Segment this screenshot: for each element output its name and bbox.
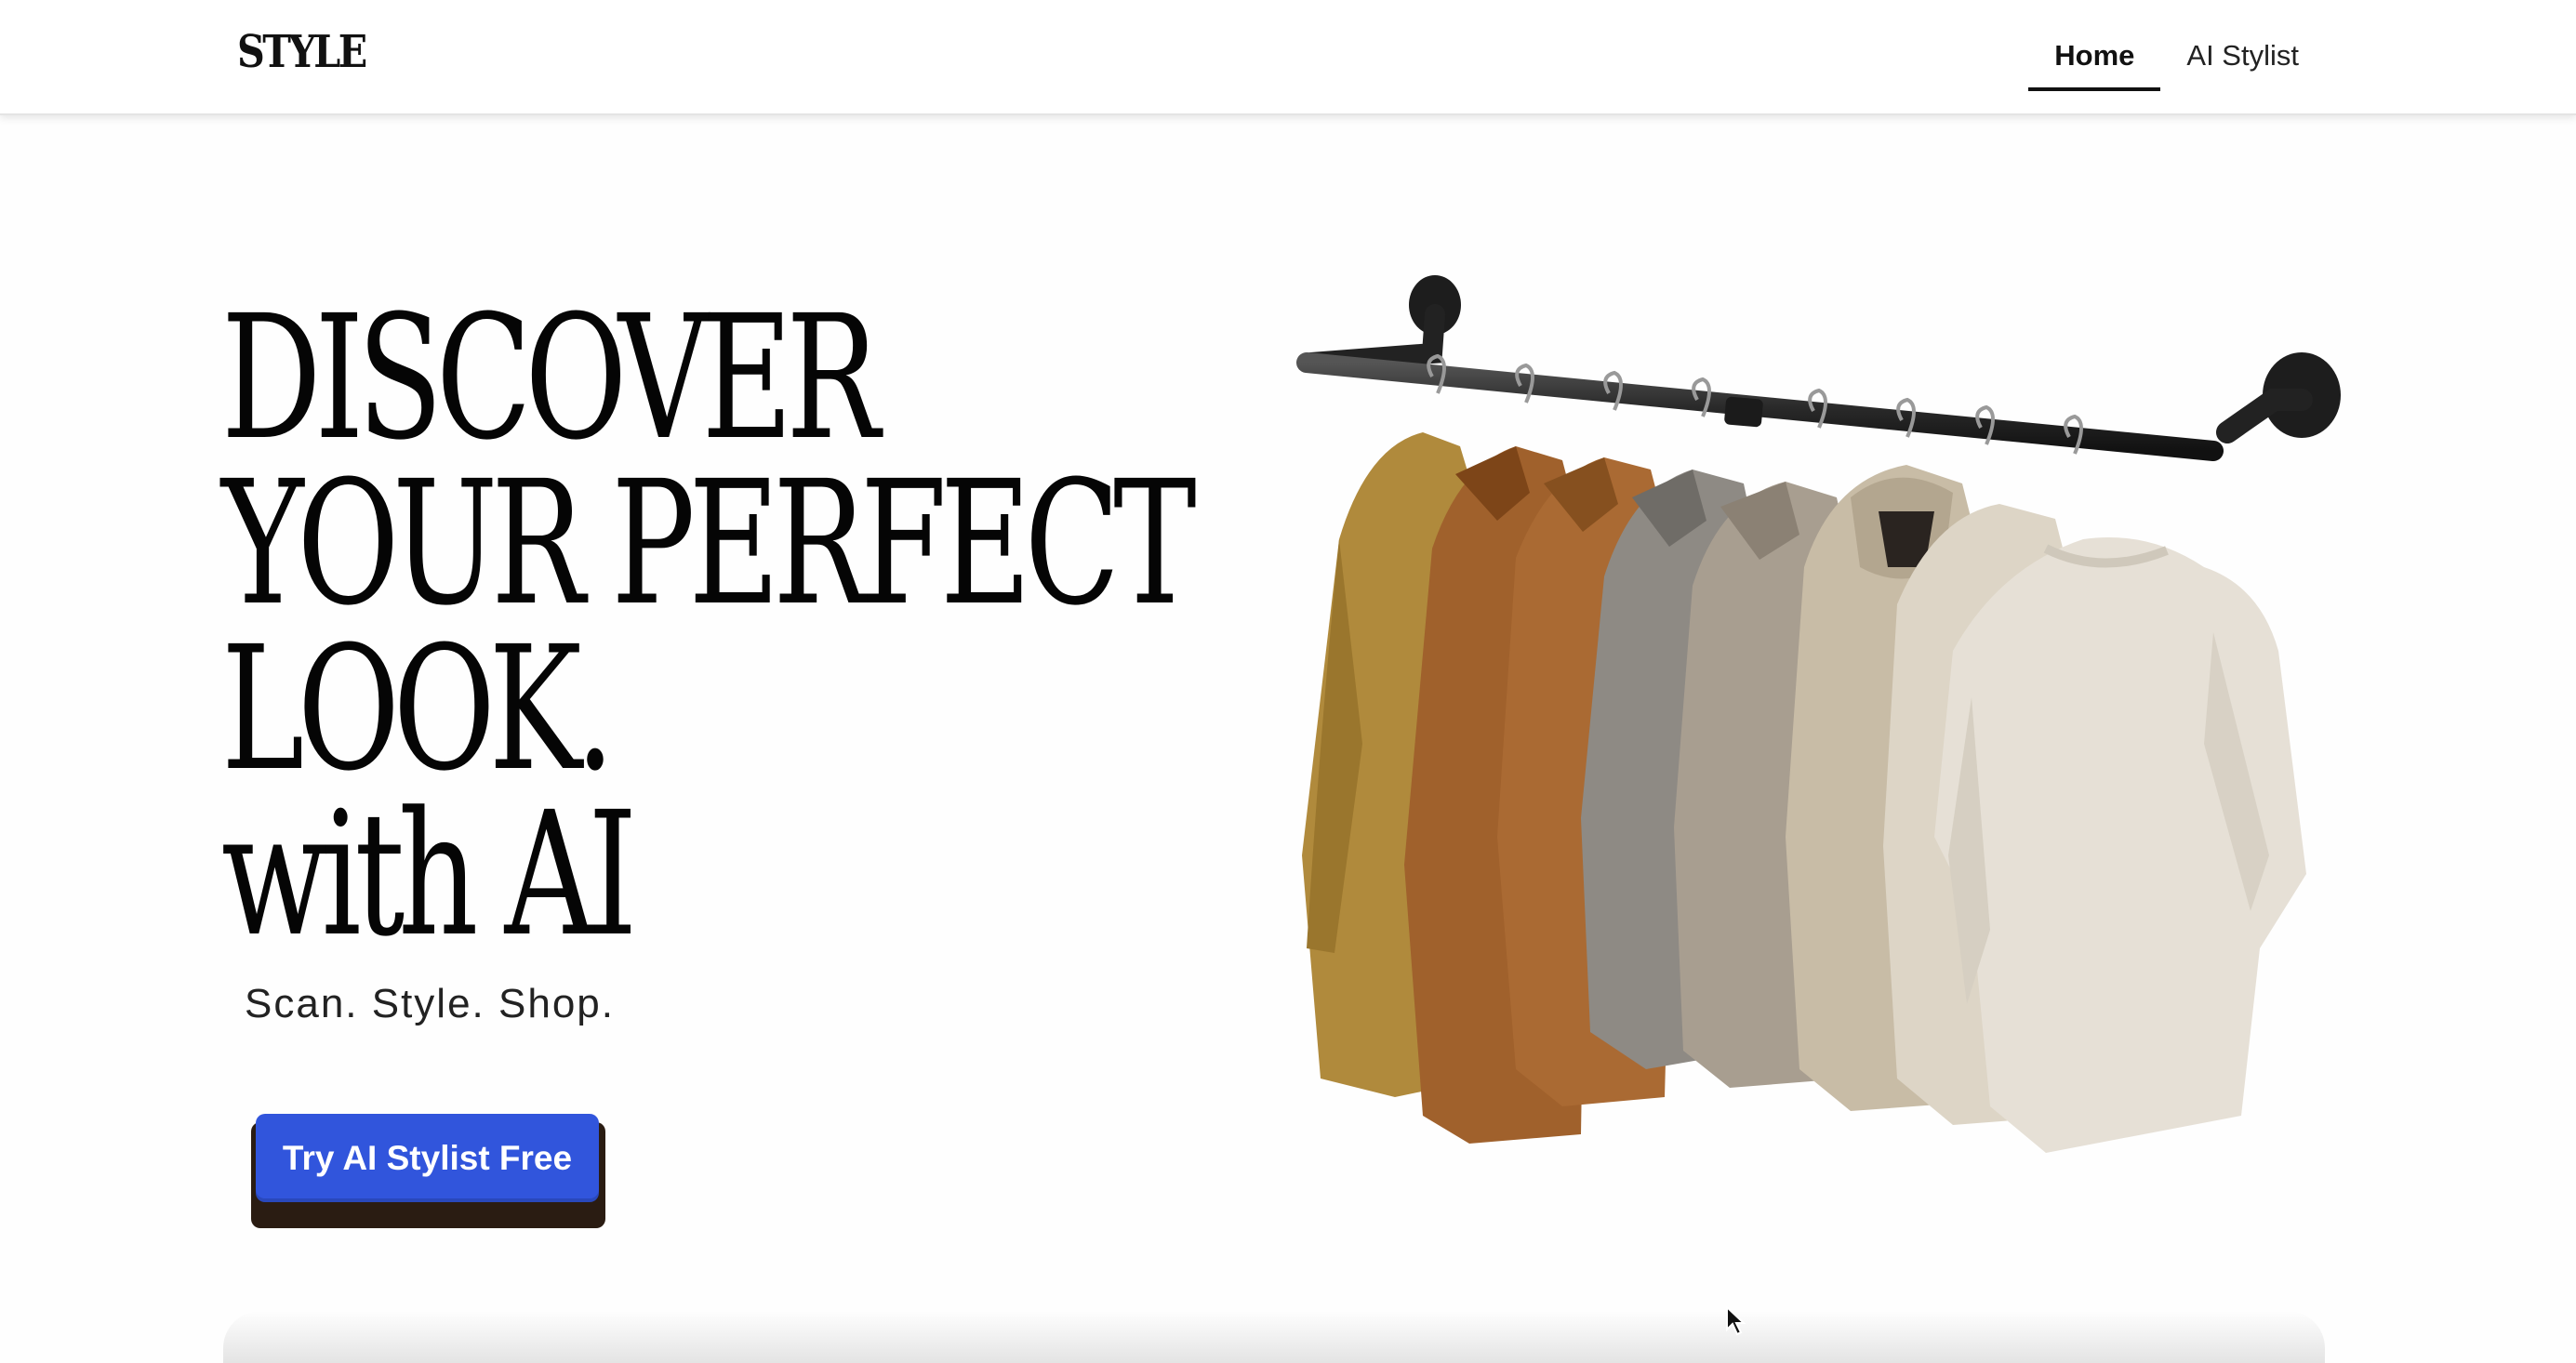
try-ai-stylist-button[interactable]: Try AI Stylist Free <box>256 1114 599 1202</box>
headline-line-4: with AI <box>221 775 637 974</box>
mouse-cursor-icon <box>1726 1305 1746 1336</box>
main-nav: Home AI Stylist <box>2028 37 2325 93</box>
nav-link-ai-stylist[interactable]: AI Stylist <box>2160 37 2325 91</box>
headline-line-2: YOUR PERFECT <box>221 444 1197 643</box>
nav-link-home[interactable]: Home <box>2028 37 2161 91</box>
hero-tagline: Scan. Style. Shop. <box>245 981 615 1026</box>
brand-logo[interactable]: STYLE <box>237 26 367 78</box>
hero-headline: DISCOVER YOUR PERFECT LOOK. with AI <box>221 279 1197 974</box>
clothes-rack-image <box>1296 275 2341 1153</box>
top-nav-bar: STYLE Home AI Stylist <box>0 0 2576 115</box>
headline-line-1: DISCOVER <box>221 279 880 478</box>
section-divider-shadow <box>223 1311 2325 1363</box>
headline-line-3: LOOK. <box>221 610 615 809</box>
page: STYLE Home AI Stylist DISCOVER YOUR PERF… <box>0 0 2576 1363</box>
garments <box>1302 432 2306 1153</box>
